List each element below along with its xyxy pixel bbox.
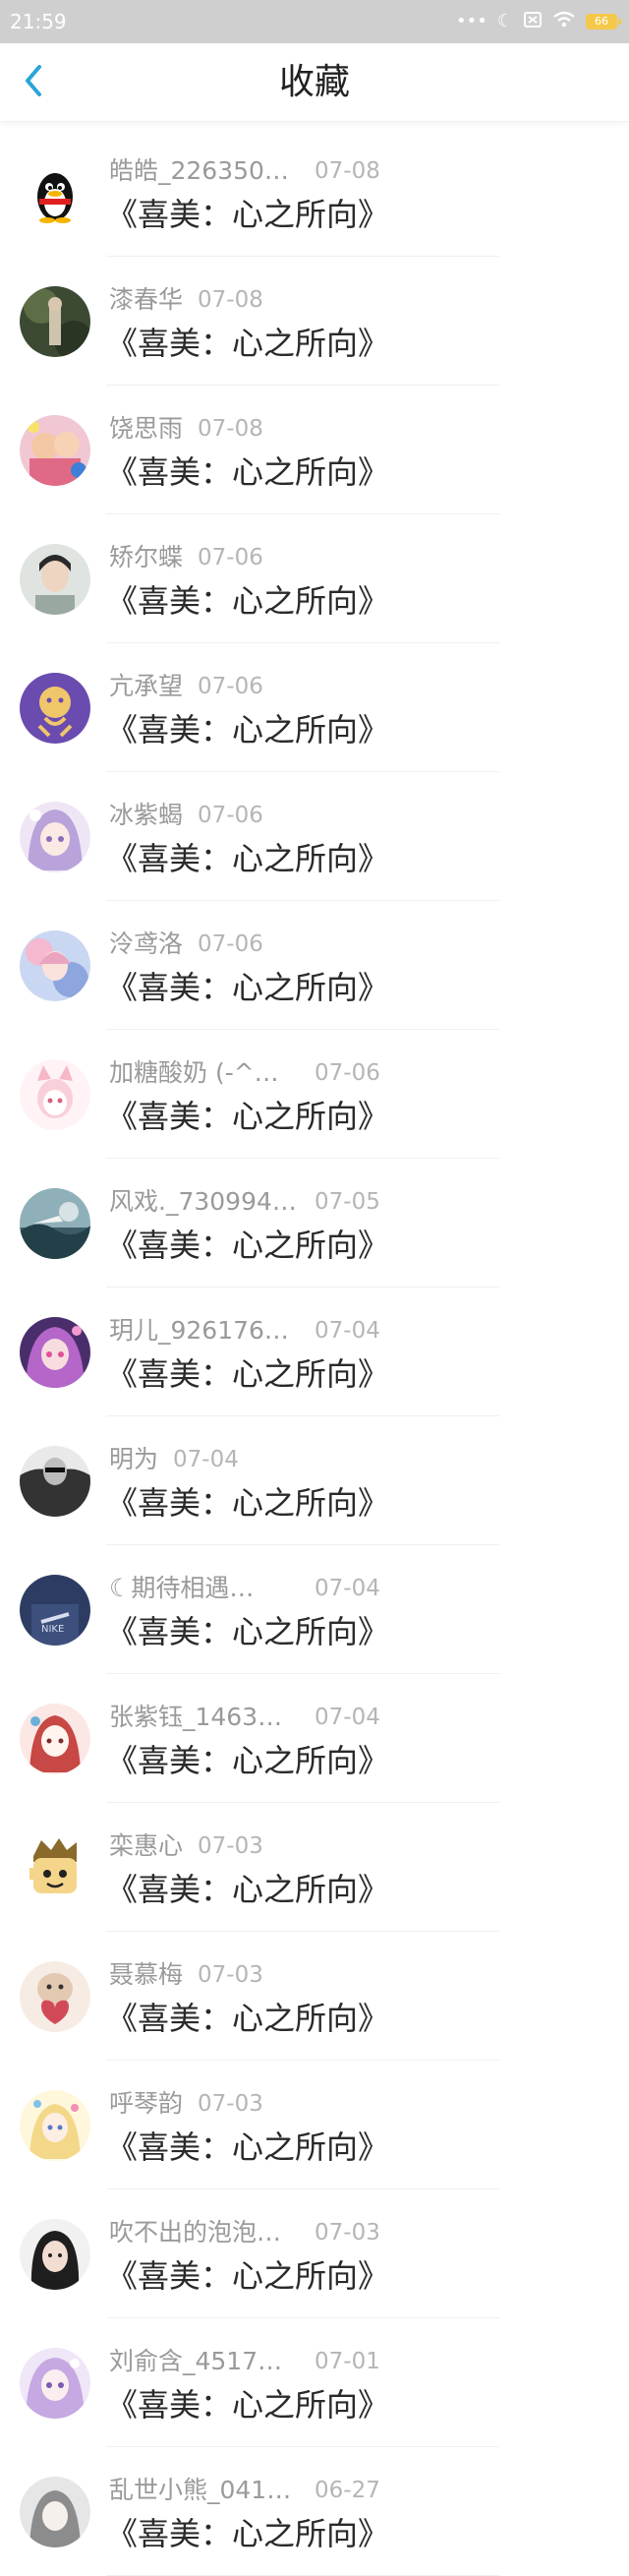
favorite-item[interactable]: 吹不出的泡泡… 07-03 《喜美：心之所向》 <box>0 2189 629 2318</box>
avatar[interactable] <box>20 673 90 744</box>
favorite-title[interactable]: 《喜美：心之所向》 <box>106 1870 389 1909</box>
date-label: 07-06 <box>198 931 263 957</box>
app-header: 收藏 <box>0 43 629 122</box>
date-label: 07-06 <box>198 674 263 699</box>
favorite-item[interactable]: 冰紫蝎 07-06 《喜美：心之所向》 <box>0 772 629 901</box>
date-label: 07-04 <box>314 1705 380 1730</box>
favorite-title[interactable]: 《喜美：心之所向》 <box>106 1741 389 1780</box>
date-label: 07-04 <box>173 1447 239 1472</box>
date-label: 07-04 <box>314 1576 380 1601</box>
moon-icon: ☾ <box>496 11 513 31</box>
favorite-item[interactable]: 栾惠心 07-03 《喜美：心之所向》 <box>0 1803 629 1932</box>
favorite-item[interactable]: 张紫钰_1463… 07-04 《喜美：心之所向》 <box>0 1674 629 1803</box>
favorite-title[interactable]: 《喜美：心之所向》 <box>106 1999 389 2038</box>
favorite-title[interactable]: 《喜美：心之所向》 <box>106 195 389 234</box>
favorite-title[interactable]: 《喜美：心之所向》 <box>106 968 389 1007</box>
avatar[interactable] <box>20 1961 90 2032</box>
avatar[interactable] <box>20 544 90 615</box>
status-icons: ••• ☾ 66 <box>456 10 621 33</box>
date-label: 07-04 <box>314 1318 380 1344</box>
date-label: 07-06 <box>198 545 263 570</box>
favorite-title[interactable]: 《喜美：心之所向》 <box>106 2514 389 2553</box>
favorite-item[interactable]: 漆春华 07-08 《喜美：心之所向》 <box>0 257 629 386</box>
date-label: 07-08 <box>198 416 263 442</box>
favorite-title[interactable]: 《喜美：心之所向》 <box>106 324 389 363</box>
wifi-icon <box>552 11 576 32</box>
date-label: 06-27 <box>314 2478 380 2503</box>
user-name[interactable]: ☾期待相遇… <box>109 1573 306 1604</box>
favorite-item[interactable]: 加糖酸奶 (-^… 07-06 《喜美：心之所向》 <box>0 1030 629 1159</box>
user-name[interactable]: 刘俞含_4517… <box>109 2346 306 2377</box>
user-name[interactable]: 玥儿_926176… <box>109 1315 306 1347</box>
avatar[interactable]: NIKE <box>20 1575 90 1646</box>
favorite-item[interactable]: 乱世小熊_041… 06-27 《喜美：心之所向》 <box>0 2447 629 2576</box>
avatar[interactable] <box>20 2477 90 2547</box>
date-label: 07-03 <box>198 2091 263 2117</box>
avatar[interactable] <box>20 415 90 486</box>
date-label: 07-03 <box>198 1962 263 1988</box>
user-name[interactable]: 乱世小熊_041… <box>109 2475 306 2506</box>
favorite-title[interactable]: 《喜美：心之所向》 <box>106 1483 389 1523</box>
avatar[interactable] <box>20 1446 90 1517</box>
favorite-item[interactable]: 风戏._730994… 07-05 《喜美：心之所向》 <box>0 1159 629 1288</box>
avatar[interactable] <box>20 1704 90 1774</box>
date-label: 07-08 <box>314 158 380 184</box>
favorite-item[interactable]: NIKE ☾期待相遇… 07-04 《喜美：心之所向》 <box>0 1545 629 1674</box>
user-name[interactable]: 吹不出的泡泡… <box>109 2217 306 2248</box>
favorite-item[interactable]: 明为 07-04 《喜美：心之所向》 <box>0 1416 629 1545</box>
date-label: 07-06 <box>198 803 263 828</box>
date-label: 07-06 <box>314 1060 380 1086</box>
favorite-item[interactable]: 刘俞含_4517… 07-01 《喜美：心之所向》 <box>0 2318 629 2447</box>
date-label: 07-03 <box>198 1833 263 1859</box>
favorite-item[interactable]: 呼琴韵 07-03 《喜美：心之所向》 <box>0 2061 629 2189</box>
favorite-item[interactable]: 皓皓_226350… 07-08 《喜美：心之所向》 <box>0 128 629 257</box>
favorite-item[interactable]: 玥儿_926176… 07-04 《喜美：心之所向》 <box>0 1288 629 1416</box>
favorite-title[interactable]: 《喜美：心之所向》 <box>106 1097 389 1136</box>
favorite-title[interactable]: 《喜美：心之所向》 <box>106 2127 389 2167</box>
favorites-list: 皓皓_226350… 07-08 《喜美：心之所向》 漆春华 07-08 《喜美：心之所向… <box>0 128 629 2576</box>
favorite-title[interactable]: 《喜美：心之所向》 <box>106 1354 389 1394</box>
sim-off-icon <box>523 11 543 32</box>
status-bar: 21:59 ••• ☾ 66 <box>0 0 629 43</box>
favorite-title[interactable]: 《喜美：心之所向》 <box>106 710 389 749</box>
status-time: 21:59 <box>10 10 67 33</box>
favorite-title[interactable]: 《喜美：心之所向》 <box>106 2385 389 2425</box>
favorite-item[interactable]: 亢承望 07-06 《喜美：心之所向》 <box>0 643 629 772</box>
avatar[interactable] <box>20 2348 90 2419</box>
avatar[interactable] <box>20 1188 90 1259</box>
user-name[interactable]: 张紫钰_1463… <box>109 1702 306 1733</box>
favorite-item[interactable]: 矫尔蝶 07-06 《喜美：心之所向》 <box>0 514 629 643</box>
avatar[interactable] <box>20 1832 90 1903</box>
date-label: 07-01 <box>314 2349 380 2374</box>
avatar[interactable] <box>20 1059 90 1130</box>
avatar[interactable] <box>20 2090 90 2161</box>
avatar[interactable] <box>20 2219 90 2290</box>
avatar[interactable] <box>20 1317 90 1388</box>
favorite-item[interactable]: 泠鸢洛 07-06 《喜美：心之所向》 <box>0 901 629 1030</box>
favorite-title[interactable]: 《喜美：心之所向》 <box>106 2256 389 2296</box>
avatar[interactable] <box>20 930 90 1001</box>
page-title: 收藏 <box>278 62 350 102</box>
favorite-title[interactable]: 《喜美：心之所向》 <box>106 581 389 621</box>
avatar[interactable] <box>20 802 90 872</box>
user-name[interactable]: 加糖酸奶 (-^… <box>109 1057 306 1089</box>
user-name[interactable]: 风戏._730994… <box>109 1186 306 1218</box>
avatar[interactable] <box>20 286 90 357</box>
favorite-item[interactable]: 饶思雨 07-08 《喜美：心之所向》 <box>0 386 629 514</box>
battery-icon: 66 <box>586 14 621 30</box>
favorite-title[interactable]: 《喜美：心之所向》 <box>106 1226 389 1265</box>
favorite-item[interactable]: 聂慕梅 07-03 《喜美：心之所向》 <box>0 1932 629 2061</box>
favorite-title[interactable]: 《喜美：心之所向》 <box>106 452 389 492</box>
date-label: 07-05 <box>314 1189 380 1215</box>
more-dots-icon: ••• <box>456 11 487 31</box>
favorite-title[interactable]: 《喜美：心之所向》 <box>106 1612 389 1651</box>
date-label: 07-03 <box>314 2220 380 2246</box>
date-label: 07-08 <box>198 287 263 313</box>
favorite-title[interactable]: 《喜美：心之所向》 <box>106 839 389 878</box>
avatar[interactable] <box>20 157 90 228</box>
svg-text:NIKE: NIKE <box>41 1624 64 1635</box>
user-name[interactable]: 皓皓_226350… <box>109 155 306 187</box>
